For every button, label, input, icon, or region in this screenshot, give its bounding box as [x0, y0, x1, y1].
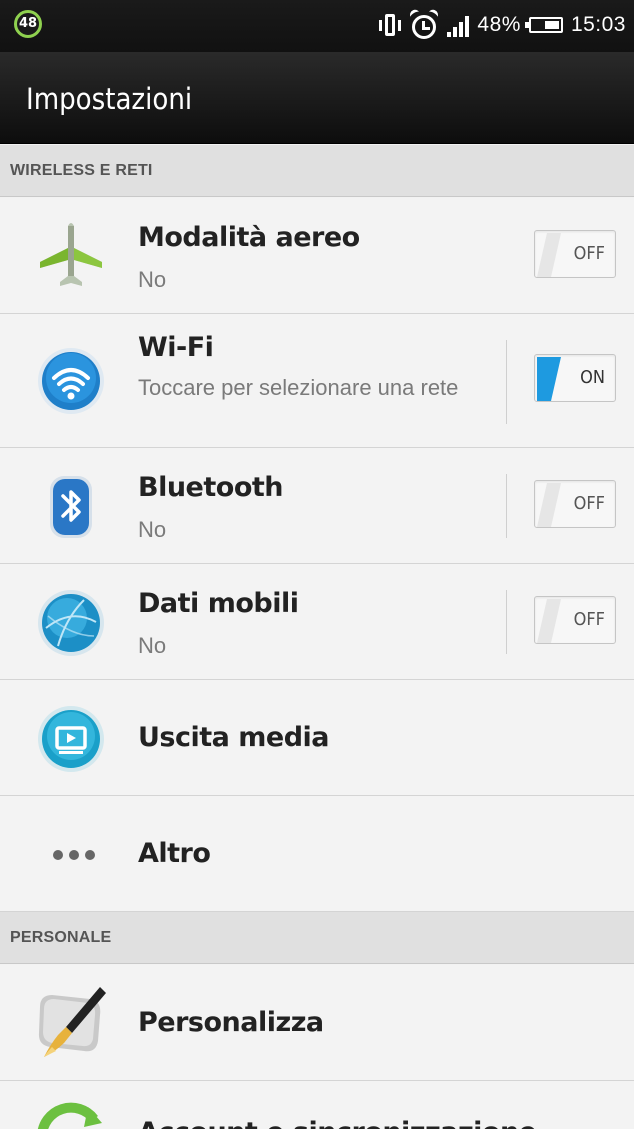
wifi-icon: [36, 346, 106, 416]
setting-summary: No: [138, 517, 167, 542]
bluetooth-toggle[interactable]: OFF: [534, 480, 616, 528]
settings-item-accounts-sync[interactable]: Account e sincronizzazione: [0, 1081, 634, 1129]
airplane-icon: [36, 220, 106, 290]
sync-icon: [36, 1101, 106, 1129]
settings-item-more[interactable]: Altro: [0, 796, 634, 912]
setting-title: Dati mobili: [138, 588, 299, 619]
notification-badge: 48: [14, 10, 42, 38]
status-bar: 48 48% 15:03: [0, 0, 634, 52]
setting-title: Personalizza: [138, 1007, 324, 1038]
divider: [506, 340, 507, 424]
section-header-label: PERSONALE: [10, 929, 112, 946]
clock: 15:03: [570, 13, 626, 36]
setting-title: Account e sincronizzazione: [138, 1117, 537, 1129]
setting-summary: No: [138, 633, 167, 658]
alarm-icon: [408, 7, 441, 40]
section-header-label: WIRELESS E RETI: [10, 162, 153, 179]
settings-item-mobile-data[interactable]: Dati mobili No OFF: [0, 564, 634, 680]
settings-item-wifi[interactable]: Wi-Fi Toccare per selezionare una rete O…: [0, 314, 634, 448]
toggle-state: OFF: [573, 609, 605, 630]
settings-item-personalize[interactable]: Personalizza: [0, 965, 634, 1081]
setting-summary: No: [138, 267, 167, 292]
setting-title: Uscita media: [138, 722, 330, 753]
settings-item-airplane[interactable]: Modalità aereo No OFF: [0, 198, 634, 314]
setting-summary: Toccare per selezionare una rete: [138, 375, 459, 400]
setting-title: Altro: [138, 838, 211, 869]
vibrate-icon: [379, 12, 402, 38]
setting-title: Wi-Fi: [138, 332, 214, 363]
divider: [506, 474, 507, 538]
toggle-state: OFF: [573, 493, 605, 514]
battery-percent: 48%: [477, 13, 521, 36]
toggle-state: ON: [580, 367, 605, 388]
divider: [506, 590, 507, 654]
toggle-slant: [537, 357, 561, 401]
wifi-toggle[interactable]: ON: [534, 354, 616, 402]
signal-icon: [447, 13, 470, 37]
toggle-slant: [537, 483, 561, 527]
brush-icon: [36, 985, 106, 1057]
status-icons: 48% 15:03: [379, 7, 626, 41]
app-title-bar: Impostazioni: [0, 52, 634, 144]
settings-item-media-output[interactable]: Uscita media: [0, 680, 634, 796]
toggle-slant: [537, 233, 561, 277]
more-icon: [36, 820, 106, 890]
section-header-wireless: WIRELESS E RETI: [0, 145, 634, 197]
mobile-data-toggle[interactable]: OFF: [534, 596, 616, 644]
setting-title: Modalità aereo: [138, 222, 360, 253]
bluetooth-icon: [36, 472, 106, 542]
page-title: Impostazioni: [26, 82, 193, 116]
toggle-slant: [537, 599, 561, 643]
media-output-icon: [36, 704, 106, 774]
toggle-state: OFF: [573, 243, 605, 264]
airplane-mode-toggle[interactable]: OFF: [534, 230, 616, 278]
section-header-personal: PERSONALE: [0, 912, 634, 964]
settings-item-bluetooth[interactable]: Bluetooth No OFF: [0, 448, 634, 564]
globe-icon: [36, 588, 106, 658]
battery-icon: [524, 17, 563, 33]
setting-title: Bluetooth: [138, 472, 284, 503]
